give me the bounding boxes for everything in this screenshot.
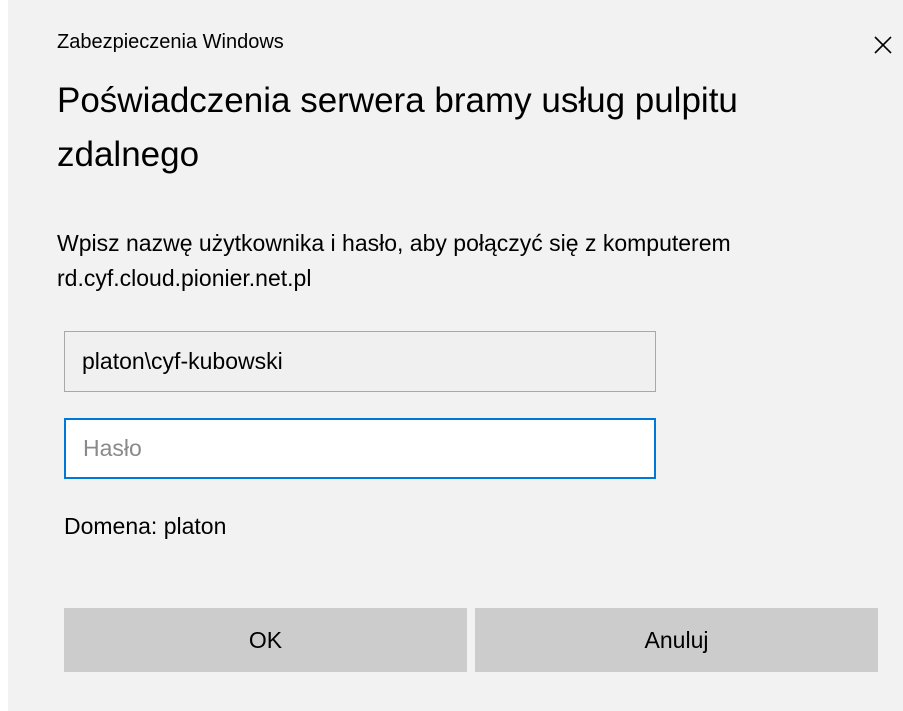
ok-button[interactable]: OK bbox=[64, 608, 467, 672]
dialog-title: Poświadczenia serwera bramy usług pulpit… bbox=[57, 81, 738, 174]
username-field[interactable] bbox=[64, 331, 656, 392]
window-caption: Zabezpieczenia Windows bbox=[57, 31, 284, 53]
dialog-description: Wpisz nazwę użytkownika i hasło, aby poł… bbox=[57, 230, 731, 291]
cancel-button[interactable]: Anuluj bbox=[475, 608, 878, 672]
domain-label: Domena: platon bbox=[64, 513, 227, 539]
password-field[interactable] bbox=[64, 418, 656, 479]
close-icon[interactable] bbox=[870, 32, 896, 58]
credentials-dialog: Zabezpieczenia Windows Poświadczenia ser… bbox=[8, 0, 903, 711]
